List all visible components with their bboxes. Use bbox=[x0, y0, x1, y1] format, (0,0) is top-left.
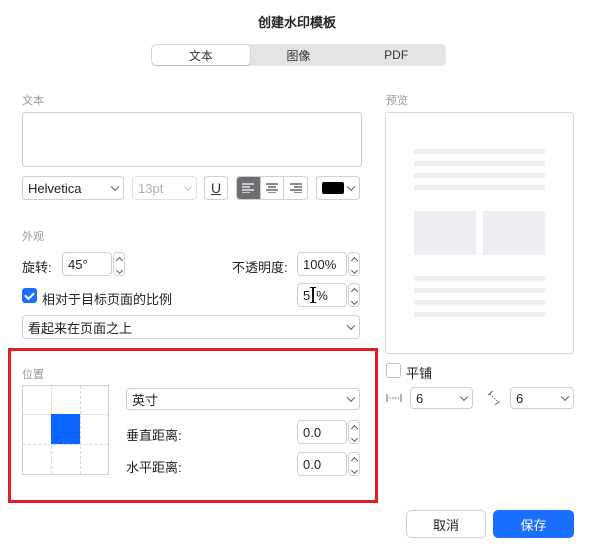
stepper-down-icon bbox=[350, 297, 358, 306]
stepper-down-icon bbox=[350, 266, 358, 275]
align-center-icon bbox=[266, 183, 278, 193]
align-left-button[interactable] bbox=[237, 177, 261, 199]
chevron-down-icon bbox=[346, 182, 356, 192]
save-button[interactable]: 保存 bbox=[493, 510, 574, 538]
preview-pane bbox=[385, 112, 574, 354]
color-swatch bbox=[322, 182, 344, 194]
horizontal-spacing-icon bbox=[386, 394, 402, 402]
align-left-icon bbox=[242, 183, 255, 193]
font-color-picker[interactable] bbox=[316, 176, 360, 200]
stepper-down-icon bbox=[115, 266, 123, 275]
chevron-down-icon bbox=[560, 392, 570, 402]
unit-value: 英寸 bbox=[132, 392, 159, 408]
align-right-button[interactable] bbox=[284, 177, 307, 199]
rotation-field[interactable]: 45° bbox=[62, 252, 112, 276]
relative-scale-checkbox[interactable] bbox=[22, 288, 37, 303]
stepper-up-icon bbox=[350, 424, 358, 433]
horizontal-spacing-select[interactable]: 6 bbox=[410, 387, 473, 409]
align-center-button[interactable] bbox=[261, 177, 285, 199]
opacity-value: 100% bbox=[303, 256, 337, 272]
horizontal-distance-label: 水平距离: bbox=[126, 460, 182, 475]
vertical-distance-value: 0.0 bbox=[303, 424, 322, 440]
appearance-section-label: 外观 bbox=[22, 231, 44, 243]
vertical-distance-stepper[interactable] bbox=[348, 420, 360, 444]
scale-field[interactable]: 5 % bbox=[297, 283, 347, 307]
chevron-down-icon bbox=[183, 182, 193, 192]
stepper-up-icon bbox=[350, 456, 358, 465]
layer-select[interactable]: 看起来在页面之上 bbox=[22, 315, 360, 339]
horizontal-distance-field[interactable]: 0.0 bbox=[297, 452, 347, 476]
scale-stepper[interactable] bbox=[348, 283, 360, 307]
opacity-label: 不透明度: bbox=[232, 260, 288, 275]
dialog-title: 创建水印模板 bbox=[257, 15, 336, 30]
position-grid[interactable] bbox=[22, 385, 109, 475]
position-anchor-center[interactable] bbox=[51, 414, 80, 444]
vertical-distance-field[interactable]: 0.0 bbox=[297, 420, 347, 444]
unit-select[interactable]: 英寸 bbox=[126, 388, 360, 410]
layer-value: 看起来在页面之上 bbox=[28, 320, 133, 336]
stepper-down-icon bbox=[350, 434, 358, 443]
horizontal-distance-value: 0.0 bbox=[303, 456, 322, 472]
tile-checkbox[interactable] bbox=[386, 363, 401, 378]
vertical-spacing-value: 6 bbox=[516, 390, 524, 406]
tile-label: 平铺 bbox=[406, 366, 433, 381]
tab-image[interactable]: 图像 bbox=[250, 45, 348, 65]
horizontal-distance-stepper[interactable] bbox=[348, 452, 360, 476]
source-type-tabs: 文本 图像 PDF bbox=[151, 44, 446, 66]
watermark-text-input[interactable] bbox=[22, 112, 362, 167]
font-family-value: Helvetica bbox=[28, 180, 82, 196]
rotation-stepper[interactable] bbox=[113, 252, 125, 276]
rotation-label: 旋转: bbox=[22, 260, 52, 275]
font-size-select[interactable]: 13pt bbox=[132, 176, 197, 200]
stepper-up-icon bbox=[350, 287, 358, 296]
stepper-up-icon bbox=[350, 256, 358, 265]
underline-button[interactable]: U bbox=[204, 176, 228, 200]
stepper-up-icon bbox=[115, 256, 123, 265]
vertical-spacing-select[interactable]: 6 bbox=[510, 387, 574, 409]
tab-pdf[interactable]: PDF bbox=[347, 45, 445, 65]
text-section-label: 文本 bbox=[22, 95, 44, 107]
chevron-down-icon bbox=[110, 182, 120, 192]
rotation-value: 45° bbox=[68, 256, 88, 272]
preview-section-label: 预览 bbox=[386, 95, 408, 107]
relative-scale-label: 相对于目标页面的比例 bbox=[42, 292, 173, 307]
chevron-down-icon bbox=[346, 393, 356, 403]
stepper-down-icon bbox=[350, 466, 358, 475]
scale-unit: % bbox=[316, 287, 328, 303]
opacity-stepper[interactable] bbox=[348, 252, 360, 276]
scale-value: 5 bbox=[303, 287, 311, 303]
align-right-icon bbox=[289, 183, 302, 193]
text-alignment-group bbox=[236, 176, 308, 200]
font-size-value: 13pt bbox=[138, 180, 164, 196]
horizontal-spacing-value: 6 bbox=[416, 390, 424, 406]
chevron-down-icon bbox=[459, 392, 469, 402]
cancel-button[interactable]: 取消 bbox=[406, 510, 486, 538]
position-section-label: 位置 bbox=[22, 369, 44, 381]
vertical-spacing-icon bbox=[487, 391, 501, 405]
vertical-distance-label: 垂直距离: bbox=[126, 428, 182, 443]
tab-text[interactable]: 文本 bbox=[152, 45, 250, 65]
underline-icon: U bbox=[210, 180, 222, 196]
chevron-down-icon bbox=[346, 321, 356, 331]
font-family-select[interactable]: Helvetica bbox=[22, 176, 124, 200]
opacity-field[interactable]: 100% bbox=[297, 252, 347, 276]
